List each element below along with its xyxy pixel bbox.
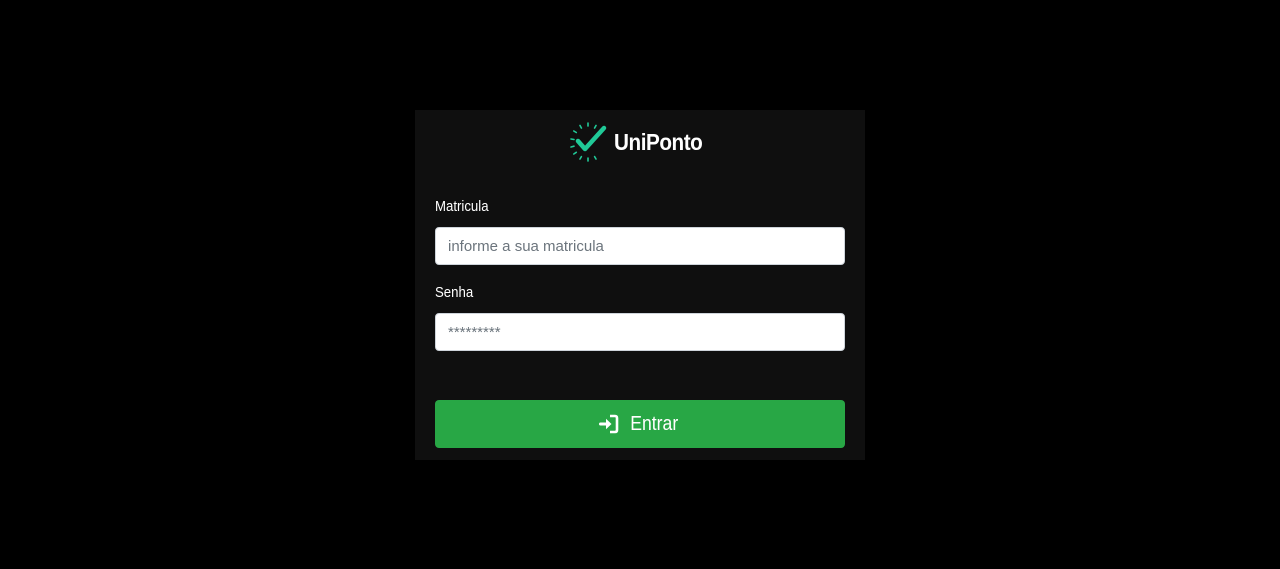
brand-name: UniPonto xyxy=(613,128,703,155)
matricula-label: Matricula xyxy=(435,198,489,215)
password-input[interactable] xyxy=(435,313,845,351)
login-button[interactable]: Entrar xyxy=(435,400,845,448)
brand-header: UniPonto xyxy=(415,121,865,163)
login-card: UniPonto Matricula Senha Entrar xyxy=(415,110,865,460)
clock-check-icon xyxy=(570,122,607,162)
login-button-label: Entrar xyxy=(630,412,678,435)
sign-in-icon xyxy=(598,414,619,434)
matricula-input[interactable] xyxy=(435,227,845,265)
senha-label: Senha xyxy=(435,284,474,301)
